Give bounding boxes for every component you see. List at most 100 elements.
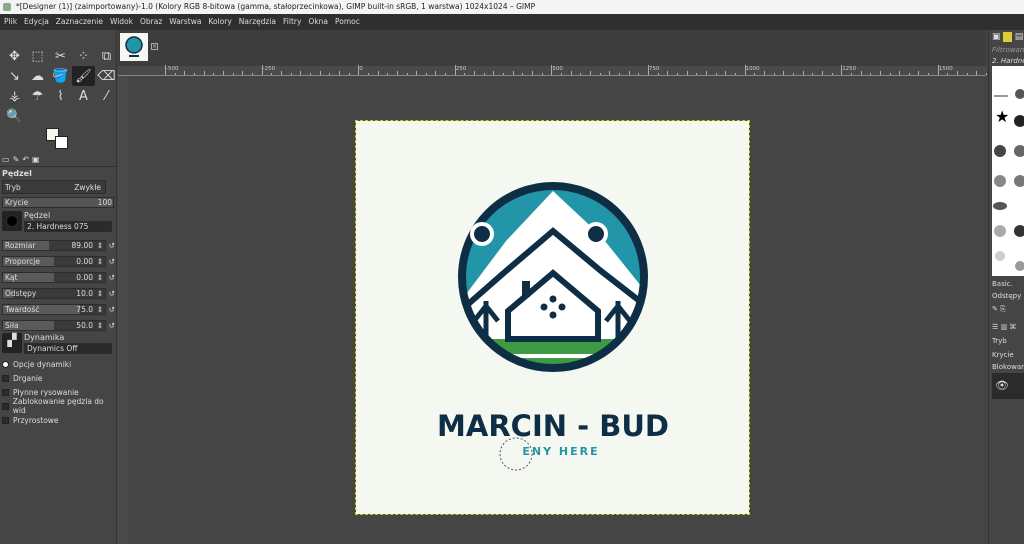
toolbox-panel: ✥ ⬚ ✂ ⁘ ⧉ ↘ ☁ 🪣 🖌 ⌫ ⚶ ☂ ⌇ A ⁄ 🔍 ▭ ✎ ↶ ▣ Pędzel Tryb Zwykłe … [0,30,117,544]
brush-spacing[interactable]: Odstępy [992,292,1021,300]
device-status-tab-icon[interactable]: ✎ [13,155,20,166]
checkbox-icon[interactable] [2,416,9,424]
brush-grid[interactable]: ★ [992,66,1024,276]
layer-row[interactable]: 👁 [992,373,1024,399]
slider-rozmiar[interactable]: Rozmiar 89.00 ⇕ ↺ [2,240,115,251]
logo-title: MARCIN - BUD [437,409,669,443]
spinner-icon[interactable]: ⇕ [97,289,103,299]
reset-icon[interactable]: ↺ [109,321,115,331]
rect-select-tool-icon[interactable]: ⬚ [26,46,49,66]
ruler-tick [783,71,785,75]
reset-icon[interactable]: ↺ [109,289,115,299]
opacity-slider[interactable]: Krycie 100 [2,197,114,208]
move-tool-icon[interactable]: ✥ [3,46,26,66]
brush-preset[interactable]: Basic. [992,280,1013,288]
ruler-tick [512,71,514,75]
image-tab-thumbnail[interactable] [120,33,148,61]
ruler-tick [792,73,794,75]
menu-zaznaczenie[interactable]: Zaznaczenie [56,14,103,30]
layers-tab-icons[interactable]: ☰ ▥ ⌘ [992,323,1016,331]
warp-tool-icon[interactable]: ☁ [26,66,49,86]
tool-options-tab-icon[interactable]: ▭ [2,155,10,166]
ruler-tick [377,71,379,75]
ruler-tick [676,73,678,75]
menu-filtry[interactable]: Filtry [283,14,301,30]
paintbrush-tool-icon[interactable]: 🖌 [72,66,95,86]
menu-bar: Plik Edycja Zaznaczenie Widok Obraz Warstwa Ko… [0,14,1024,30]
option-checkbox[interactable]: Zablokowanie pędzla do wid [2,397,114,415]
color-swatches[interactable] [46,128,70,150]
layer-opacity[interactable]: Krycie [992,351,1014,359]
option-checkbox[interactable]: Przyrostowe [2,413,114,427]
menu-kolory[interactable]: Kolory [208,14,231,30]
menu-warstwa[interactable]: Warstwa [169,14,201,30]
reset-icon[interactable]: ↺ [109,257,115,267]
spinner-icon[interactable]: ⇕ [97,257,103,267]
slider-label: Odstępy [5,289,37,298]
color-picker-tool-icon[interactable]: ⁄ [95,86,118,106]
ruler-tick [744,65,746,75]
slider-odstępy[interactable]: Odstępy 10.0 ⇕ ↺ [2,288,115,299]
dynamics-icon[interactable]: ▞ [2,333,22,353]
spinner-icon[interactable]: ⇕ [97,241,103,251]
menu-obraz[interactable]: Obraz [140,14,162,30]
smudge-tool-icon[interactable]: ☂ [26,86,49,106]
ruler-tick [435,71,437,75]
brush-filter-input[interactable]: Filtrowanie [992,46,1024,54]
checkbox-icon[interactable] [2,374,9,382]
menu-edycja[interactable]: Edycja [24,14,49,30]
reset-icon[interactable]: ↺ [109,305,115,315]
transform-tool-icon[interactable]: ↘ [3,66,26,86]
menu-pomoc[interactable]: Pomoc [335,14,360,30]
brush-preview[interactable] [2,211,22,231]
spinner-icon[interactable]: ⇕ [97,305,103,315]
reset-icon[interactable]: ↺ [109,273,115,283]
slider-kąt[interactable]: Kąt 0.00 ⇕ ↺ [2,272,115,283]
ruler-tick [860,71,862,75]
menu-okna[interactable]: Okna [308,14,328,30]
ruler-tick [705,71,707,75]
menu-widok[interactable]: Widok [110,14,133,30]
visibility-eye-icon[interactable]: 👁 [995,379,1009,392]
checkbox-icon[interactable] [2,360,9,368]
ruler-tick [503,73,505,75]
eraser-tool-icon[interactable]: ⌫ [95,66,118,86]
dynamics-name[interactable]: Dynamics Off [24,343,112,354]
brush-actions[interactable]: ✎ ⎘ [992,305,1006,314]
slider-siła[interactable]: Siła 50.0 ⇕ ↺ [2,320,115,331]
image-canvas[interactable]: MARCIN - BUD ENY HERE [355,120,750,515]
option-checkbox[interactable]: Opcje dynamiki [2,357,114,371]
clone-tool-icon[interactable]: ⚶ [3,86,26,106]
reset-icon[interactable]: ↺ [109,241,115,251]
close-tab-icon[interactable]: × [151,43,158,50]
dock-tab-icons[interactable]: ▣ ■ ▤ [992,32,1023,42]
images-tab-icon[interactable]: ▣ [32,155,40,166]
checkbox-icon[interactable] [2,402,9,410]
option-checkbox[interactable]: Drganie [2,371,114,385]
text-tool-icon[interactable]: A [72,86,95,106]
brush-name[interactable]: 2. Hardness 075 [24,221,112,232]
checkbox-label: Przyrostowe [13,415,59,425]
scissors-tool-icon[interactable]: ✂ [49,46,72,66]
layer-mode[interactable]: Tryb [992,337,1007,345]
ruler-tick [966,73,968,75]
background-color[interactable] [55,136,68,149]
menu-plik[interactable]: Plik [4,14,17,30]
paths-tool-icon[interactable]: ⌇ [49,86,72,106]
bucket-fill-tool-icon[interactable]: 🪣 [49,66,72,86]
mode-select[interactable]: Tryb Zwykłe [2,180,106,194]
undo-tab-icon[interactable]: ↶ [22,155,29,166]
slider-proporcje[interactable]: Proporcje 0.00 ⇕ ↺ [2,256,115,267]
crop-tool-icon[interactable]: ⧉ [95,46,118,66]
slider-label: Rozmiar [5,241,36,250]
menu-narzędzia[interactable]: Narzędzia [239,14,276,30]
checkbox-icon[interactable] [2,388,9,396]
slider-twardość[interactable]: Twardość 75.0 ⇕ ↺ [2,304,115,315]
spinner-icon[interactable]: ⇕ [97,321,103,331]
fuzzy-select-tool-icon[interactable]: ⁘ [72,46,95,66]
spinner-icon[interactable]: ⇕ [97,273,103,283]
zoom-tool-icon[interactable]: 🔍 [3,106,26,126]
ruler-tick [696,73,698,75]
ruler-tick [841,65,843,75]
slider-label: Kąt [5,273,18,282]
